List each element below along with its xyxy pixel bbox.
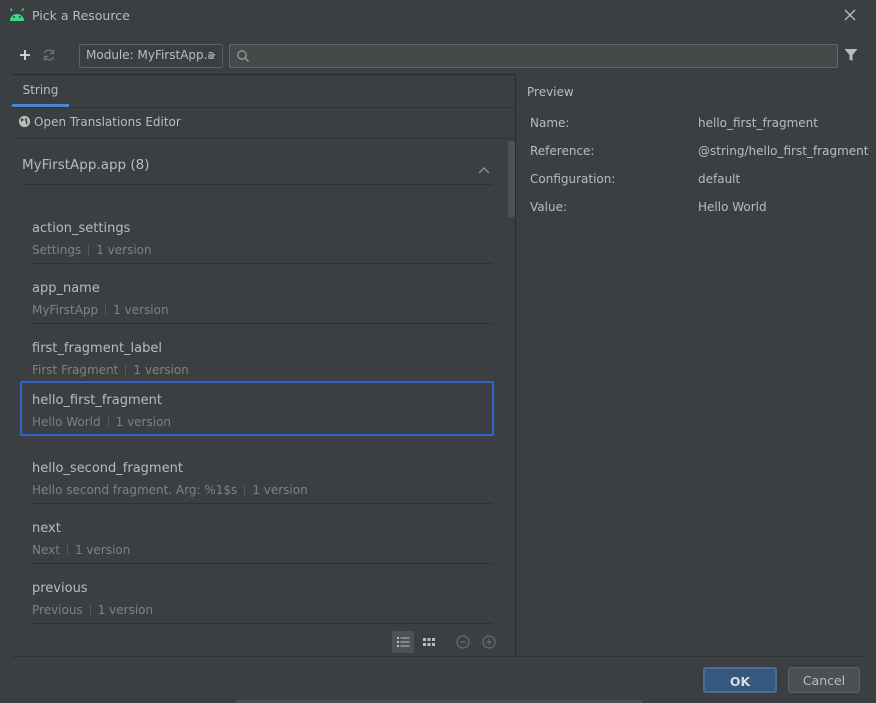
plus-icon[interactable] [17,47,33,63]
divider [12,656,864,657]
preview-key: Configuration: [530,172,616,186]
resource-name: first_fragment_label [32,341,162,356]
preview-value: default [698,172,741,186]
resource-name: hello_second_fragment [32,461,183,476]
chevron-up-icon[interactable] [478,163,490,177]
preview-value: Hello World [698,200,767,214]
resource-name: next [32,521,61,536]
toolbar: Module: MyFirstApp.a [0,40,876,72]
resource-meta: Previous 1 version [32,603,153,617]
preview-value: hello_first_fragment [698,116,818,130]
preview-row-reference: Reference: @string/hello_first_fragment [530,144,870,164]
window-title: Pick a Resource [32,8,130,23]
module-dropdown-value: Module: MyFirstApp.a [86,48,215,62]
resource-name: previous [32,581,88,596]
preview-key: Reference: [530,144,595,158]
resource-value: Previous [32,603,83,617]
resource-meta: Next 1 version [32,543,130,557]
resource-versions: 1 version [252,483,308,497]
resource-list-panel: String Open Translations Editor MyFirstA… [12,74,516,656]
resource-list[interactable]: MyFirstApp.app (8) action_settings Setti… [12,139,516,627]
module-dropdown[interactable]: Module: MyFirstApp.a [79,44,223,68]
resource-name: app_name [32,281,100,296]
preview-panel: Preview Name: hello_first_fragment Refer… [517,74,868,656]
ok-button[interactable]: OK [703,667,777,693]
tab-active-indicator [12,104,69,107]
list-view-icon[interactable] [392,631,414,653]
group-header[interactable]: MyFirstApp.app (8) [22,157,150,173]
list-item[interactable]: hello_second_fragment Hello second fragm… [20,449,494,504]
list-item[interactable]: app_name MyFirstApp 1 version [20,269,494,324]
preview-key: Value: [530,200,567,214]
preview-row-name: Name: hello_first_fragment [530,116,870,136]
grid-view-icon[interactable] [418,631,440,653]
tab-bar: String [12,75,516,108]
resource-name: action_settings [32,221,131,236]
open-translations-editor-link[interactable]: Open Translations Editor [18,115,181,129]
divider [22,184,492,185]
preview-heading: Preview [527,85,574,99]
preview-row-configuration: Configuration: default [530,172,870,192]
list-item[interactable]: previous Previous 1 version [20,569,494,624]
resource-versions: 1 version [74,543,131,557]
resource-value: First Fragment [32,363,119,377]
resource-meta: Hello second fragment. Arg: %1$s 1 versio… [32,483,308,497]
resource-versions: 1 version [133,363,189,377]
android-icon [8,8,26,25]
cancel-button[interactable]: Cancel [788,667,860,693]
globe-icon [18,115,31,128]
view-controls [12,627,516,657]
resource-name: hello_first_fragment [32,393,162,408]
tab-string[interactable]: String [12,75,69,107]
divider [32,623,492,624]
divider [32,263,492,264]
resource-meta: Hello World 1 version [32,415,171,429]
filter-icon[interactable] [843,47,859,63]
resource-versions: 1 version [96,243,152,257]
zoom-out-icon[interactable] [452,631,474,653]
refresh-icon[interactable] [41,47,57,63]
list-item[interactable]: first_fragment_label First Fragment 1 ver… [20,329,494,384]
resource-value: Hello second fragment. Arg: %1$s [32,483,238,497]
search-input[interactable] [254,47,829,65]
resource-versions: 1 version [115,415,172,429]
preview-row-value: Value: Hello World [530,200,870,220]
close-icon[interactable] [842,7,858,23]
preview-value: @string/hello_first_fragment [698,144,869,158]
resource-versions: 1 version [97,603,154,617]
resource-value: Hello World [32,415,101,429]
resource-meta: First Fragment 1 version [32,363,189,377]
scrollbar-thumb[interactable] [508,141,515,217]
divider [32,563,492,564]
search-box[interactable] [229,44,838,68]
list-item[interactable]: next Next 1 version [20,509,494,564]
resource-versions: 1 version [113,303,169,317]
search-icon [236,49,250,66]
chevron-down-icon [208,54,216,59]
list-item-selected[interactable]: hello_first_fragment Hello World 1 versio… [20,381,494,436]
preview-key: Name: [530,116,570,130]
zoom-in-icon[interactable] [478,631,500,653]
divider [32,503,492,504]
divider [32,323,492,324]
resource-value: MyFirstApp [32,303,99,317]
resource-value: Next [32,543,60,557]
resource-value: Settings [32,243,82,257]
resource-meta: MyFirstApp 1 version [32,303,169,317]
list-item[interactable]: action_settings Settings 1 version [20,209,494,264]
tab-label: String [22,83,59,97]
translations-label: Open Translations Editor [34,115,181,129]
title-bar: Pick a Resource [0,0,876,32]
resource-meta: Settings 1 version [32,243,152,257]
